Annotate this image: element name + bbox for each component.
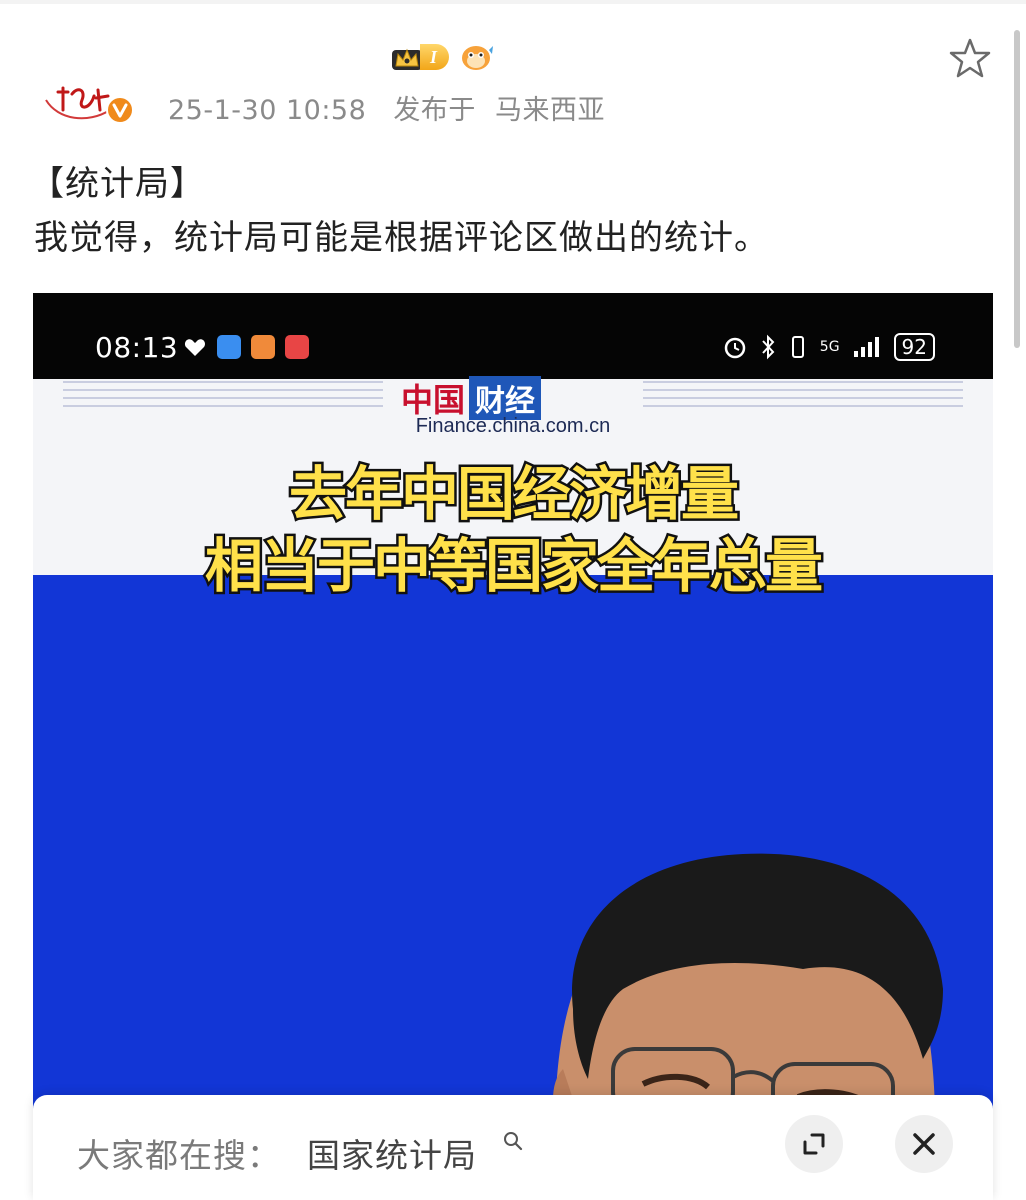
location-prefix: 发布于	[393, 95, 476, 126]
verified-icon	[106, 96, 134, 124]
video-frame: 中国 财经 Finance.china.com.cn 去年中国经济增量 相当于中…	[33, 376, 993, 1200]
avatar[interactable]	[38, 80, 138, 128]
star-icon[interactable]	[948, 36, 992, 80]
phone-status-bar: 08:13 5G 92	[33, 293, 993, 379]
network-type: 5G	[819, 339, 840, 355]
signal-icon	[853, 337, 879, 357]
battery-indicator: 92	[893, 333, 935, 361]
post-title: 【统计局】	[30, 164, 205, 204]
status-right-icons: 5G 92	[722, 333, 935, 361]
status-time: 08:13	[95, 331, 179, 364]
video-app-icon	[251, 335, 275, 359]
status-app-icons	[183, 335, 309, 359]
search-icon[interactable]	[503, 1131, 523, 1153]
heart-icon	[184, 339, 206, 356]
hot-search-label: 大家都在搜：	[77, 1136, 281, 1175]
brand-blue: 财经	[469, 376, 542, 420]
level-badge[interactable]: I	[390, 42, 450, 72]
scrollbar[interactable]	[1014, 30, 1020, 348]
post-image[interactable]: 08:13 5G 92 中国 财经 Finance.china.com.cn 去…	[33, 293, 993, 1200]
decor-lines	[63, 381, 383, 411]
hot-search-term[interactable]: 国家统计局	[307, 1129, 477, 1177]
fish-icon[interactable]	[459, 42, 494, 72]
headline-line-2: 相当于中等国家全年总量	[202, 530, 825, 603]
post-meta: 25-1-30 10:58 发布于 马来西亚	[168, 88, 605, 127]
post-location: 马来西亚	[494, 95, 605, 126]
mail-app-icon	[285, 335, 309, 359]
top-divider	[0, 0, 1026, 4]
decor-lines	[643, 381, 963, 411]
user-badges: I	[390, 40, 494, 74]
post-date: 25-1-30 10:58	[168, 95, 367, 126]
close-icon	[913, 1133, 935, 1155]
hot-search-bar[interactable]: 大家都在搜： 国家统计局	[33, 1095, 993, 1200]
app-icon	[217, 335, 241, 359]
crown-icon	[392, 48, 422, 70]
site-url: Finance.china.com.cn	[415, 415, 611, 437]
expand-icon	[803, 1133, 825, 1155]
post-body: 我觉得，统计局可能是根据评论区做出的统计。	[34, 218, 769, 258]
expand-button[interactable]	[785, 1115, 843, 1173]
level-badge-text: I	[420, 44, 450, 70]
alarm-icon	[724, 337, 746, 359]
close-button[interactable]	[895, 1115, 953, 1173]
bluetooth-icon	[762, 334, 775, 360]
vibrate-icon	[791, 336, 804, 358]
